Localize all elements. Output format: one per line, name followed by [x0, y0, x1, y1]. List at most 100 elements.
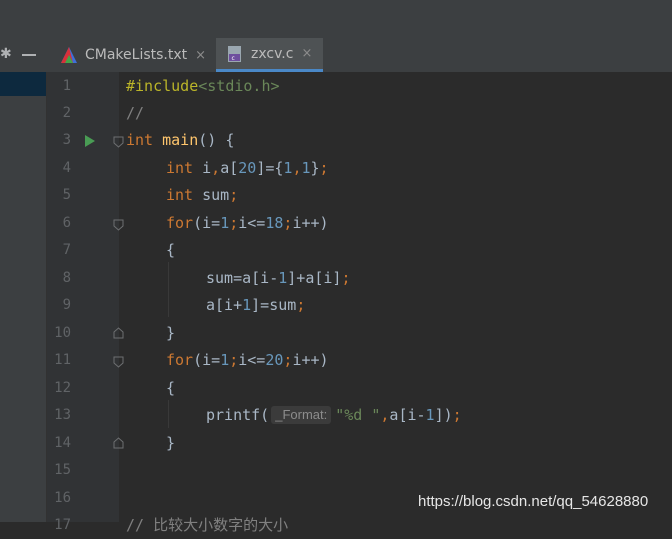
code-text: a[: [220, 159, 239, 177]
code-text: a[i-: [389, 406, 426, 424]
code-text: ]={: [256, 159, 284, 177]
keyword: for: [166, 214, 194, 232]
line-number: 11: [54, 352, 71, 368]
line-number: 15: [54, 462, 71, 478]
number: 18: [265, 214, 284, 232]
function-name: main: [162, 131, 199, 149]
svg-text:c: c: [232, 55, 235, 62]
code-line-9: a[i+1]=sum;: [206, 292, 305, 319]
line-number: 9: [62, 297, 71, 313]
punctuation: ;: [319, 159, 329, 177]
comment: //: [126, 104, 145, 122]
line-number: 1: [62, 78, 71, 94]
code-line-7: {: [166, 237, 175, 264]
close-icon[interactable]: ×: [195, 48, 206, 63]
number: 1: [220, 214, 230, 232]
code-text: (i=: [193, 351, 221, 369]
fold-icon[interactable]: [113, 327, 124, 339]
line-number: 13: [54, 407, 71, 423]
line-number: 5: [62, 187, 71, 203]
punctuation: ;: [452, 406, 462, 424]
punctuation: ;: [341, 269, 351, 287]
code-text: (i=: [193, 214, 221, 232]
line-number: 12: [54, 380, 71, 396]
punctuation: ;: [296, 296, 306, 314]
code-text: i<=: [238, 214, 266, 232]
preprocessor-directive: #include: [126, 77, 199, 95]
code-text: ]+a[i]: [287, 269, 342, 287]
number: 20: [238, 159, 257, 177]
code-text: {: [166, 241, 176, 259]
fold-icon[interactable]: [113, 356, 124, 368]
line-number: 2: [62, 105, 71, 121]
code-line-3: int main() {: [126, 127, 234, 154]
code-line-10: }: [166, 320, 175, 347]
line-number: 17: [54, 517, 71, 533]
code-text: () {: [198, 131, 235, 149]
tab-label: CMakeLists.txt: [85, 47, 188, 63]
editor-tab-bar: ✱ CMakeLists.txt × c zxcv.c ×: [0, 38, 672, 73]
number: 1: [278, 269, 288, 287]
code-line-17: // 比较大小数字的大小: [126, 512, 288, 539]
line-number: 7: [62, 242, 71, 258]
code-line-6: for(i=1;i<=18;i++): [166, 210, 329, 237]
number: 20: [265, 351, 284, 369]
code-text: i++): [292, 214, 329, 232]
code-line-11: for(i=1;i<=20;i++): [166, 347, 329, 374]
code-text: i<=: [238, 351, 266, 369]
line-number: 16: [54, 490, 71, 506]
code-text: {: [166, 379, 176, 397]
tab-cmakelists[interactable]: CMakeLists.txt ×: [56, 38, 212, 72]
code-line-5: int sum;: [166, 182, 238, 209]
line-number: 6: [62, 215, 71, 231]
code-line-12: {: [166, 375, 175, 402]
run-icon[interactable]: [84, 134, 96, 148]
comment: // 比较大小数字的大小: [126, 516, 289, 534]
project-panel-strip: [0, 72, 47, 522]
code-text: sum=a[i-: [206, 269, 279, 287]
code-line-2: //: [126, 100, 144, 127]
indent-guide: [168, 262, 169, 317]
number: 1: [220, 351, 230, 369]
number: 1: [425, 406, 435, 424]
line-number: 8: [62, 270, 71, 286]
top-toolbar: [0, 0, 672, 39]
line-number: 14: [54, 435, 71, 451]
string-literal: "%d ": [335, 406, 381, 424]
fold-icon[interactable]: [113, 136, 124, 148]
line-number: 3: [62, 132, 71, 148]
code-text: }: [166, 324, 176, 342]
number: 1: [301, 159, 311, 177]
c-file-icon: c: [228, 45, 241, 62]
keyword: int: [126, 131, 154, 149]
code-line-1: #include<stdio.h>: [126, 73, 280, 100]
tab-zxcv-c[interactable]: c zxcv.c ×: [216, 38, 323, 72]
code-text: }: [310, 159, 320, 177]
keyword: int: [166, 159, 194, 177]
code-text: }: [166, 434, 176, 452]
watermark-text: https://blog.csdn.net/qq_54628880: [418, 493, 649, 510]
punctuation: ;: [229, 186, 239, 204]
function-call: printf(: [206, 406, 270, 424]
tool-window-controls: ✱: [0, 38, 46, 72]
parameter-hint: _Format:: [271, 406, 332, 424]
punctuation: ;: [229, 351, 239, 369]
code-text: i: [193, 159, 212, 177]
fold-icon[interactable]: [113, 437, 124, 449]
punctuation: ;: [229, 214, 239, 232]
minimize-icon[interactable]: [22, 54, 36, 56]
code-line-8: sum=a[i-1]+a[i];: [206, 265, 351, 292]
selected-row: [0, 72, 46, 96]
keyword: int: [166, 186, 194, 204]
close-icon[interactable]: ×: [301, 46, 312, 61]
code-text: ]=sum: [251, 296, 297, 314]
tab-label: zxcv.c: [251, 45, 294, 62]
number: 1: [242, 296, 252, 314]
include-header: <stdio.h>: [198, 77, 280, 95]
gear-icon[interactable]: ✱: [0, 46, 12, 62]
cmake-icon: [61, 47, 77, 63]
keyword: for: [166, 351, 194, 369]
punctuation: ,: [211, 159, 221, 177]
code-line-14: }: [166, 430, 175, 457]
fold-icon[interactable]: [113, 219, 124, 231]
